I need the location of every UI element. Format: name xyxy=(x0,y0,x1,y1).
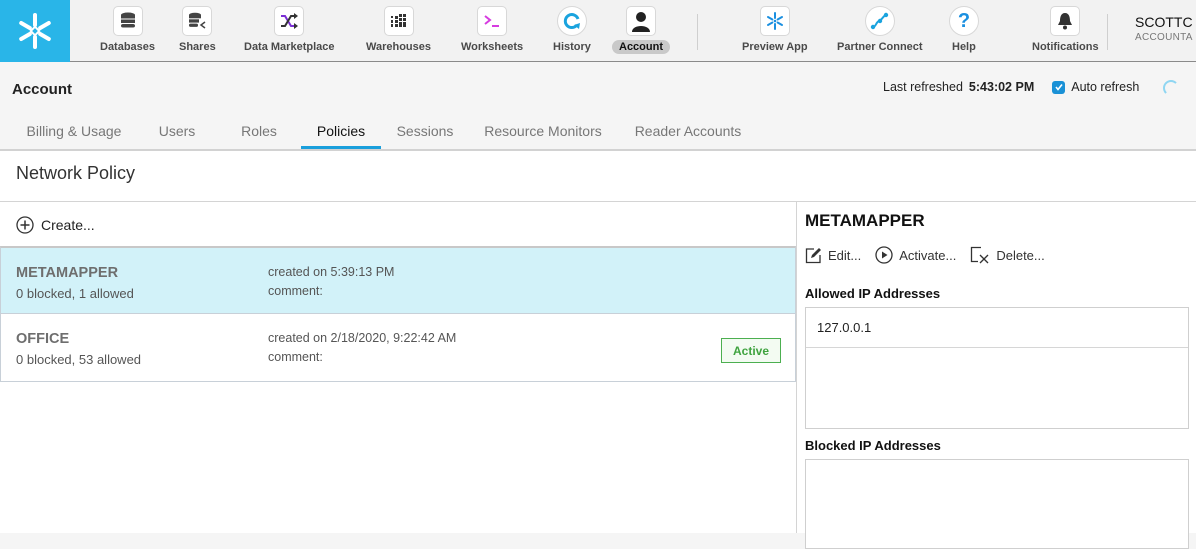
create-button[interactable]: Create... xyxy=(16,216,95,234)
nav-data-marketplace[interactable]: Data Marketplace xyxy=(237,6,342,54)
tab-billing-usage[interactable]: Billing & Usage xyxy=(24,114,124,149)
nav-history[interactable]: History xyxy=(546,6,598,54)
blocked-ips-label: Blocked IP Addresses xyxy=(805,438,941,453)
policy-comment: comment: xyxy=(268,284,323,298)
share-icon xyxy=(182,6,213,36)
delete-button[interactable]: Delete... xyxy=(970,246,1045,264)
nav-account[interactable]: Account xyxy=(612,6,670,54)
user-silhouette-icon xyxy=(626,6,656,36)
warehouse-grid-icon xyxy=(383,6,414,36)
nav-warehouses[interactable]: Warehouses xyxy=(359,6,438,54)
policy-row[interactable]: OFFICE 0 blocked, 53 allowed created on … xyxy=(0,314,796,382)
detail-actions: Edit... Activate... Delete... xyxy=(805,246,1059,264)
allowed-ips-list[interactable]: 127.0.0.1 xyxy=(805,307,1189,429)
snowflake-logo[interactable] xyxy=(0,0,70,62)
history-icon xyxy=(556,6,587,36)
bell-icon xyxy=(1050,6,1081,36)
detail-title: METAMAPPER xyxy=(805,211,925,230)
section-header: Network Policy xyxy=(0,151,1196,202)
checkmark-icon xyxy=(1055,84,1063,91)
policy-name: OFFICE xyxy=(16,331,70,347)
auto-refresh-checkbox[interactable] xyxy=(1052,80,1066,94)
nav-notifications[interactable]: Notifications xyxy=(1025,6,1106,54)
activate-button[interactable]: Activate... xyxy=(875,246,956,264)
auto-refresh-label[interactable]: Auto refresh xyxy=(1071,80,1139,94)
play-circle-icon xyxy=(875,246,893,264)
status-badge: Active xyxy=(721,338,781,363)
policy-created: created on 2/18/2020, 9:22:42 AM xyxy=(268,331,457,345)
loading-spinner-icon xyxy=(1163,80,1179,96)
policy-name: METAMAPPER xyxy=(16,265,119,281)
shuffle-icon xyxy=(274,6,305,36)
blocked-ips-list[interactable] xyxy=(805,459,1189,549)
question-icon: ? xyxy=(948,6,979,36)
user-name: SCOTTC xyxy=(1135,14,1193,30)
ip-address-row: 127.0.0.1 xyxy=(806,308,1188,348)
policy-counts: 0 blocked, 1 allowed xyxy=(16,286,134,301)
user-menu[interactable]: SCOTTC ACCOUNTA xyxy=(1135,14,1193,43)
nav-preview-app[interactable]: Preview App xyxy=(735,6,815,54)
tab-roles[interactable]: Roles xyxy=(240,114,278,149)
allowed-ips-label: Allowed IP Addresses xyxy=(805,286,941,301)
nav-worksheets[interactable]: Worksheets xyxy=(454,6,530,54)
page-title: Account xyxy=(12,81,72,98)
database-icon xyxy=(112,6,143,36)
section-title: Network Policy xyxy=(16,163,136,183)
tab-resource-monitors[interactable]: Resource Monitors xyxy=(480,114,606,149)
policy-list-pane: Create... METAMAPPER 0 blocked, 1 allowe… xyxy=(0,202,797,533)
tab-policies[interactable]: Policies xyxy=(301,114,381,149)
tab-users[interactable]: Users xyxy=(156,114,198,149)
nav-shares[interactable]: Shares xyxy=(172,6,223,54)
create-label: Create... xyxy=(41,217,95,233)
policy-created: created on 5:39:13 PM xyxy=(268,265,395,279)
policy-detail-pane: METAMAPPER Edit... Activate... Delete...… xyxy=(797,202,1196,549)
top-nav: Databases Shares Data Marketplace Wareho… xyxy=(0,0,1196,62)
nav-partner-connect[interactable]: Partner Connect xyxy=(830,6,930,54)
policy-comment: comment: xyxy=(268,350,323,364)
connect-icon xyxy=(864,6,895,36)
last-refreshed-label: Last refreshed xyxy=(883,80,963,94)
delete-icon xyxy=(971,246,989,264)
snowflake-icon xyxy=(759,6,790,36)
edit-button[interactable]: Edit... xyxy=(805,247,861,264)
refresh-status: Last refreshed 5:43:02 PM Auto refresh xyxy=(883,80,1139,94)
account-name: ACCOUNTA xyxy=(1135,32,1193,43)
policy-row[interactable]: METAMAPPER 0 blocked, 1 allowed created … xyxy=(0,246,796,314)
terminal-icon xyxy=(477,6,508,36)
nav-divider-right xyxy=(1107,14,1108,50)
policy-list: METAMAPPER 0 blocked, 1 allowed created … xyxy=(0,246,796,382)
tab-sessions[interactable]: Sessions xyxy=(394,114,456,149)
tab-reader-accounts[interactable]: Reader Accounts xyxy=(630,114,746,149)
snowflake-logo-icon xyxy=(19,13,51,49)
account-tabs: Billing & Usage Users Roles Policies Ses… xyxy=(0,114,1196,149)
nav-divider xyxy=(697,14,698,50)
policy-counts: 0 blocked, 53 allowed xyxy=(16,352,142,367)
nav-help[interactable]: ? Help xyxy=(945,6,983,54)
edit-icon xyxy=(805,247,821,263)
nav-databases[interactable]: Databases xyxy=(93,6,162,54)
plus-circle-icon xyxy=(16,216,34,234)
last-refreshed-time: 5:43:02 PM xyxy=(968,80,1035,94)
